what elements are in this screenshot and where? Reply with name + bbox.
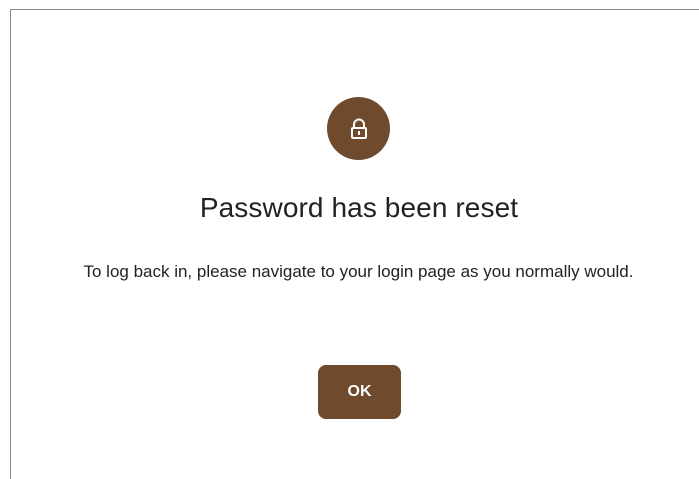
lock-icon: [349, 118, 369, 140]
dialog-title: Password has been reset: [199, 192, 519, 223]
ok-button[interactable]: OK: [318, 365, 401, 419]
lock-badge: [327, 97, 390, 160]
password-reset-dialog: Password has been reset To log back in, …: [0, 0, 699, 478]
dialog-message: To log back in, please navigate to your …: [83, 262, 634, 281]
